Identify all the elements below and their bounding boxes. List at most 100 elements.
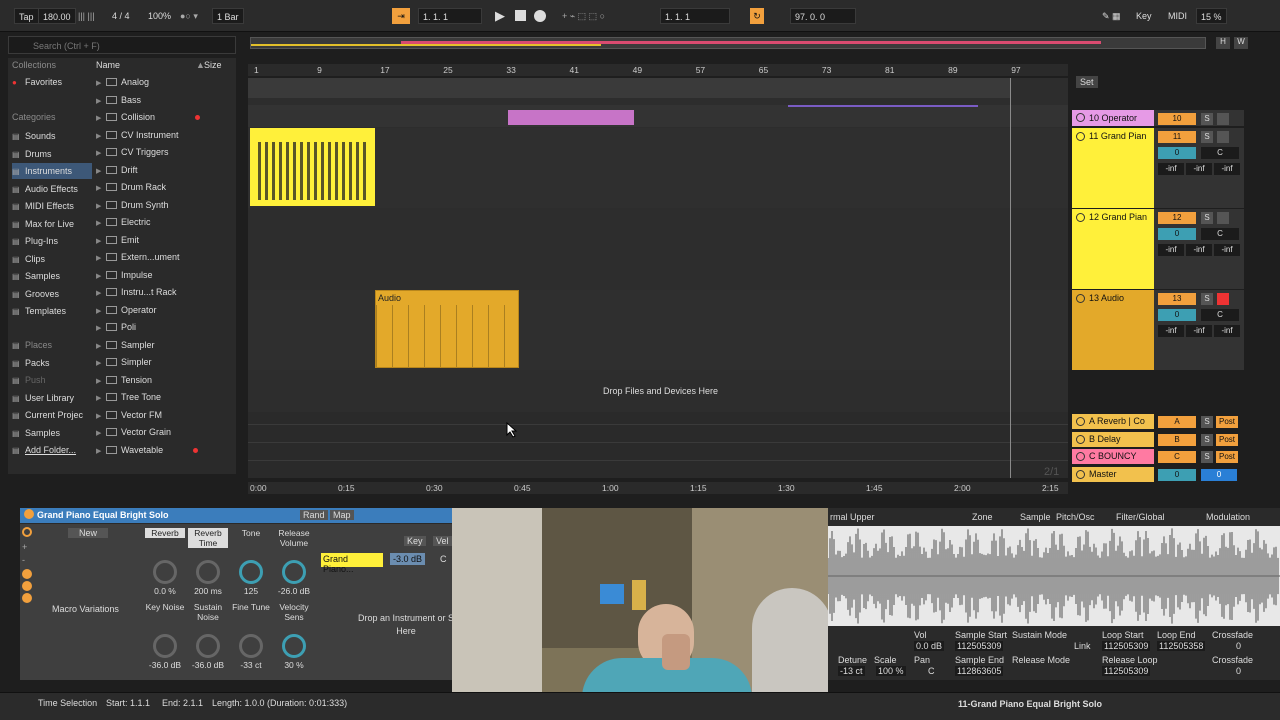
track-fold-icon[interactable] [1076,132,1085,141]
solo-button[interactable]: S [1201,212,1213,224]
expand-arrow-icon[interactable]: ▶ [96,94,106,110]
waveform-display[interactable] [827,526,1280,626]
send-field[interactable]: -inf [1186,325,1212,337]
return-letter[interactable]: A [1158,416,1196,428]
expand-arrow-icon[interactable]: ▶ [96,321,106,337]
browser-item[interactable]: ▶ Vector FM [96,407,162,423]
h-button[interactable]: H [1216,37,1230,49]
post-button[interactable]: Post [1216,433,1238,446]
macro-knob[interactable] [239,560,263,584]
post-button[interactable]: Post [1216,451,1238,463]
return-lanes[interactable] [248,412,1068,478]
browser-item[interactable]: ▶ Instru...t Rack [96,284,177,300]
loop-start[interactable]: 1. 1. 1 [660,8,730,24]
device-title-bar[interactable]: Grand Piano Equal Bright Solo [20,508,452,523]
rand-button[interactable]: Rand [300,510,328,520]
track-fold-icon[interactable] [1076,294,1085,303]
loop-length[interactable]: 97. 0. 0 [790,8,856,24]
bar-ruler[interactable]: 1 9 17 25 33 41 49 57 65 73 81 89 97 [248,64,1068,76]
browser-item[interactable]: ▶ Impulse [96,267,153,283]
send-field[interactable]: -inf [1158,244,1184,256]
loop-start-value[interactable]: 112505309 [1102,641,1151,651]
browser-item[interactable]: ▶ Drum Rack [96,179,166,195]
send-field[interactable]: -inf [1214,244,1240,256]
browser-item[interactable]: ▶ Operator [96,302,157,318]
size-column-header[interactable]: Size [204,60,222,70]
expand-arrow-icon[interactable]: ▶ [96,444,106,460]
track-header[interactable]: 12 Grand Pian [1072,209,1154,289]
category-item[interactable]: ▤ Templates [12,303,66,319]
arm-button[interactable] [1217,113,1229,125]
quantize-select[interactable]: 1 Bar [212,8,244,24]
browser-item[interactable]: ▶ Drum Synth [96,197,169,213]
link-button[interactable]: Link [1074,641,1091,651]
place-item[interactable]: ▤ Add Folder... [12,442,76,458]
tempo-field[interactable]: 180.00 [38,8,76,24]
time-ruler[interactable]: 0:00 0:15 0:30 0:45 1:00 1:15 1:30 1:45 2:00 2:15 [248,482,1068,494]
midi-map-button[interactable]: MIDI [1168,8,1187,24]
browser-item[interactable]: ▶ Tree Tone [96,389,161,405]
volume-field[interactable]: 0 [1158,309,1196,321]
track-number[interactable]: 13 [1158,293,1196,305]
track-fold-icon[interactable] [1076,452,1085,461]
browser-item[interactable]: ▶ Tension [96,372,152,388]
expand-arrow-icon[interactable]: ▶ [96,356,106,372]
expand-arrow-icon[interactable]: ▶ [96,339,106,355]
vol-value[interactable]: 0.0 dB [914,641,945,651]
master-volume[interactable]: 0 [1201,468,1237,481]
vel-zone-button[interactable]: Vel [433,536,452,546]
return-letter[interactable]: C [1158,451,1196,463]
send-field[interactable]: -inf [1186,163,1212,175]
browser-item[interactable]: ▶ Collision [96,109,201,125]
category-item[interactable]: ▤ Drums [12,146,52,162]
category-item[interactable]: ▤ Plug-Ins [12,233,58,249]
category-item[interactable]: ▤ Clips [12,251,45,267]
pan-field[interactable]: C [1201,228,1239,240]
detune-value[interactable]: -13 ct [838,666,865,676]
expand-arrow-icon[interactable]: ▶ [96,426,106,442]
chain-volume[interactable]: -3.0 dB [390,553,426,565]
track-lane-13[interactable] [248,290,1068,370]
browser-item[interactable]: ▶ Sampler [96,337,155,353]
browser-item[interactable]: ▶ CV Instrument [96,127,179,143]
solo-button[interactable]: S [1201,131,1213,143]
song-position[interactable]: 1. 1. 1 [418,8,482,24]
track-fold-icon[interactable] [1076,469,1085,479]
category-item[interactable]: ▤ Audio Effects [12,181,78,197]
place-item[interactable]: ▤ Samples [12,425,60,441]
expand-arrow-icon[interactable]: ▶ [96,76,106,92]
midi-clip-grand-piano[interactable] [250,128,375,206]
expand-arrow-icon[interactable]: ▶ [96,164,106,180]
browser-item[interactable]: ▶ Analog [96,74,149,90]
category-item[interactable]: ▤ Samples [12,268,60,284]
expand-arrow-icon[interactable]: ▶ [96,269,106,285]
loop-brace[interactable] [248,78,1010,98]
browser-item[interactable]: ▶ CV Triggers [96,144,169,160]
track-header[interactable]: 10 Operator [1072,110,1154,126]
track-fold-icon[interactable] [1076,434,1085,444]
expand-arrow-icon[interactable]: ▶ [96,286,106,302]
arm-button[interactable] [1217,212,1229,224]
place-item[interactable]: ▤ Push [12,372,46,388]
automation-icons[interactable]: + ⌁ ⬚ ⬚ ○ [562,8,605,24]
draw-icon[interactable]: ✎ ▦ [1102,8,1121,24]
favorites-item[interactable]: ● Favorites [12,74,62,90]
pan-field[interactable]: C [1201,309,1239,321]
loop-end-value[interactable]: 112505358 [1157,641,1206,651]
solo-button[interactable]: S [1201,416,1213,428]
track-lane-10[interactable] [248,105,1068,127]
solo-button[interactable]: S [1201,113,1213,125]
name-column-header[interactable]: Name [96,60,120,70]
browser-search[interactable]: Search (Ctrl + F) [8,36,236,54]
tap-button[interactable]: Tap [14,8,39,24]
record-icon[interactable] [534,10,546,22]
volume-field[interactable]: 0 [1158,228,1196,240]
browser-item[interactable]: ▶ Poli [96,319,136,335]
track-fold-icon[interactable] [1076,113,1085,122]
map-button[interactable]: Map [330,510,354,520]
return-track-header[interactable]: A Reverb | Co [1072,414,1154,429]
chain-pan[interactable]: C [440,554,447,564]
release-loop-value[interactable]: 112505309 [1102,666,1151,676]
place-item[interactable]: ▤ Current Projec [12,407,83,423]
browser-item[interactable]: ▶ Electric [96,214,151,230]
